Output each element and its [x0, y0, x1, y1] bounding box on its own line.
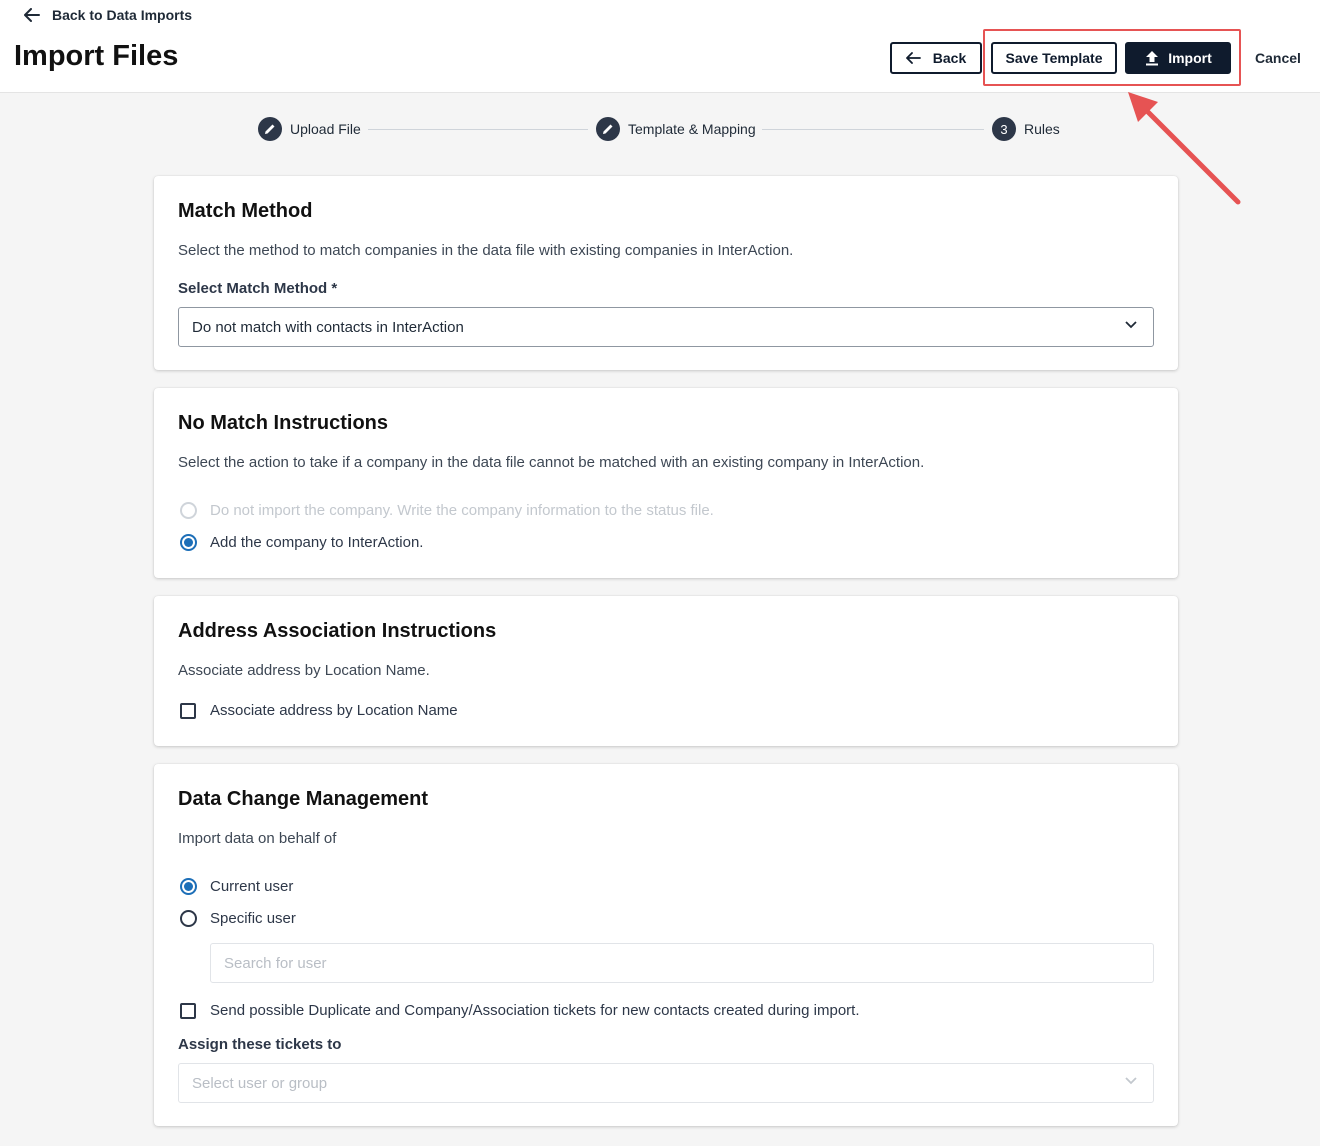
option-label: Associate address by Location Name: [210, 702, 458, 719]
card-title: Data Change Management: [178, 788, 429, 810]
import-as-current-user-option[interactable]: Current user: [180, 878, 293, 895]
page-header: Back to Data Imports Import Files Back S…: [0, 0, 1320, 93]
import-button-label: Import: [1168, 50, 1212, 66]
option-label: Do not import the company. Write the com…: [210, 502, 714, 519]
option-label: Send possible Duplicate and Company/Asso…: [210, 1002, 860, 1019]
page-title: Import Files: [14, 40, 179, 72]
step-connector: [762, 129, 984, 130]
step-label: Rules: [1024, 121, 1060, 137]
field-label: Assign these tickets to: [178, 1036, 342, 1053]
card-title: Match Method: [178, 200, 313, 222]
radio-button[interactable]: [180, 878, 197, 895]
no-match-option-add-company[interactable]: Add the company to InterAction.: [180, 534, 423, 551]
search-user-input[interactable]: [210, 943, 1154, 983]
step-template-mapping[interactable]: Template & Mapping: [596, 117, 756, 141]
back-to-data-imports-link[interactable]: Back to Data Imports: [24, 7, 192, 23]
match-method-select[interactable]: Do not match with contacts in InterActio…: [178, 307, 1154, 347]
step-label: Template & Mapping: [628, 121, 756, 137]
card-description: Select the method to match companies in …: [178, 242, 794, 259]
step-rules[interactable]: 3 Rules: [992, 117, 1060, 141]
radio-button[interactable]: [180, 910, 197, 927]
selected-value: Do not match with contacts in InterActio…: [192, 318, 464, 336]
import-as-specific-user-option[interactable]: Specific user: [180, 910, 296, 927]
back-link-label: Back to Data Imports: [52, 7, 193, 23]
back-button[interactable]: Back: [890, 42, 982, 74]
checkbox[interactable]: [180, 1002, 196, 1019]
step-connector: [368, 129, 588, 130]
associate-address-option[interactable]: Associate address by Location Name: [180, 702, 458, 719]
address-association-card: Address Association Instructions Associa…: [154, 596, 1178, 746]
arrow-left-icon: [905, 52, 921, 64]
select-placeholder: Select user or group: [192, 1074, 328, 1092]
send-tickets-option[interactable]: Send possible Duplicate and Company/Asso…: [180, 1002, 860, 1019]
upload-icon: [1146, 51, 1159, 66]
card-description: Import data on behalf of: [178, 830, 337, 847]
field-label: Select Match Method *: [178, 280, 338, 297]
import-stepper: Upload File Template & Mapping 3 Rules: [258, 117, 1078, 141]
no-match-option-do-not-import[interactable]: Do not import the company. Write the com…: [180, 502, 714, 519]
data-change-management-card: Data Change Management Import data on be…: [154, 764, 1178, 1126]
checkbox[interactable]: [180, 702, 196, 719]
assign-tickets-select[interactable]: Select user or group: [178, 1063, 1154, 1103]
chevron-down-icon: [1125, 1077, 1137, 1085]
radio-button[interactable]: [180, 534, 197, 551]
save-template-button[interactable]: Save Template: [991, 42, 1117, 74]
card-description: Associate address by Location Name.: [178, 662, 430, 679]
step-label: Upload File: [290, 121, 361, 137]
option-label: Add the company to InterAction.: [210, 534, 424, 551]
card-description: Select the action to take if a company i…: [178, 454, 925, 471]
chevron-down-icon: [1125, 321, 1137, 329]
step-number: 3: [992, 117, 1016, 141]
pencil-icon: [596, 117, 620, 141]
no-match-card: No Match Instructions Select the action …: [154, 388, 1178, 578]
card-title: Address Association Instructions: [178, 620, 497, 642]
match-method-card: Match Method Select the method to match …: [154, 176, 1178, 370]
pencil-icon: [258, 117, 282, 141]
radio-button[interactable]: [180, 502, 197, 519]
back-button-label: Back: [932, 50, 967, 66]
arrow-left-icon: [24, 8, 40, 22]
import-button[interactable]: Import: [1125, 42, 1231, 74]
card-title: No Match Instructions: [178, 412, 389, 434]
option-label: Current user: [210, 878, 294, 895]
cancel-button[interactable]: Cancel: [1248, 42, 1308, 74]
step-upload-file[interactable]: Upload File: [258, 117, 361, 141]
option-label: Specific user: [210, 910, 296, 927]
